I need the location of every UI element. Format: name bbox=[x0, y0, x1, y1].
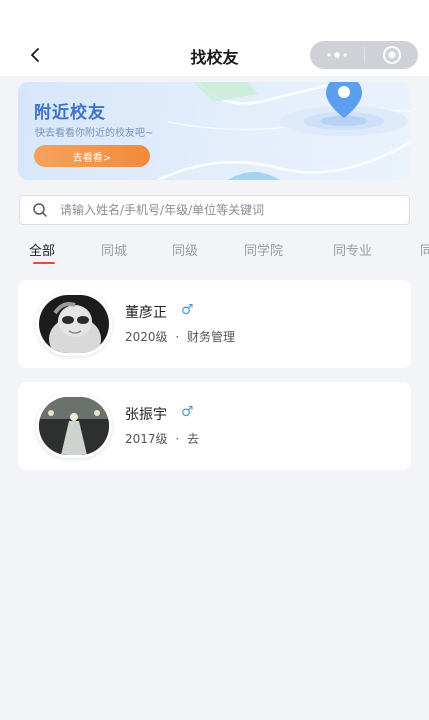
list-item[interactable]: 董彦正 ♂ 2020级 · 财务管理 bbox=[18, 280, 411, 368]
nearby-alumni-banner[interactable]: 附近校友 快去看看你附近的校友吧~ 去看看> bbox=[18, 82, 411, 180]
alumni-major: 去 bbox=[187, 432, 200, 446]
male-icon: ♂ bbox=[181, 302, 194, 318]
search-bar bbox=[19, 195, 410, 225]
tab-all[interactable]: 全部 bbox=[29, 240, 55, 259]
info-separator: · bbox=[175, 330, 180, 344]
tab-same-grade[interactable]: 同级 bbox=[172, 240, 198, 259]
navigation-bar: 找校友 bbox=[0, 0, 429, 76]
tab-same-major[interactable]: 同专业 bbox=[333, 240, 372, 259]
list-item[interactable]: 张振宇 ♂ 2017级 · 去 bbox=[18, 382, 411, 470]
mini-program-capsule bbox=[310, 41, 418, 69]
search-icon bbox=[20, 196, 60, 224]
active-tab-indicator bbox=[33, 262, 55, 264]
avatar bbox=[36, 292, 112, 356]
alumni-name: 董彦正 bbox=[125, 305, 167, 321]
banner-subtitle: 快去看看你附近的校友吧~ bbox=[35, 128, 154, 139]
alumni-info: 2017级 · 去 bbox=[125, 430, 199, 447]
alumni-grade: 2020级 bbox=[125, 330, 168, 344]
male-icon: ♂ bbox=[181, 404, 194, 420]
target-close-icon[interactable] bbox=[365, 41, 418, 69]
avatar bbox=[36, 394, 112, 458]
alumni-info: 2020级 · 财务管理 bbox=[125, 328, 235, 345]
info-separator: · bbox=[175, 432, 180, 446]
more-dots-icon[interactable] bbox=[310, 41, 364, 69]
alumni-name: 张振宇 bbox=[125, 407, 167, 423]
avatar-image bbox=[39, 397, 109, 455]
search-input[interactable] bbox=[60, 203, 400, 217]
tab-more[interactable]: 同 bbox=[420, 240, 429, 259]
go-see-button[interactable]: 去看看> bbox=[34, 145, 150, 167]
avatar-image bbox=[39, 295, 109, 353]
location-pin-icon bbox=[326, 82, 362, 118]
filter-tabs: 全部 同城 同级 同学院 同专业 同 bbox=[0, 238, 429, 266]
alumni-major: 财务管理 bbox=[187, 330, 236, 344]
tab-same-city[interactable]: 同城 bbox=[101, 240, 127, 259]
tab-same-college[interactable]: 同学院 bbox=[244, 240, 283, 259]
banner-title: 附近校友 bbox=[34, 103, 106, 123]
alumni-grade: 2017级 bbox=[125, 432, 168, 446]
